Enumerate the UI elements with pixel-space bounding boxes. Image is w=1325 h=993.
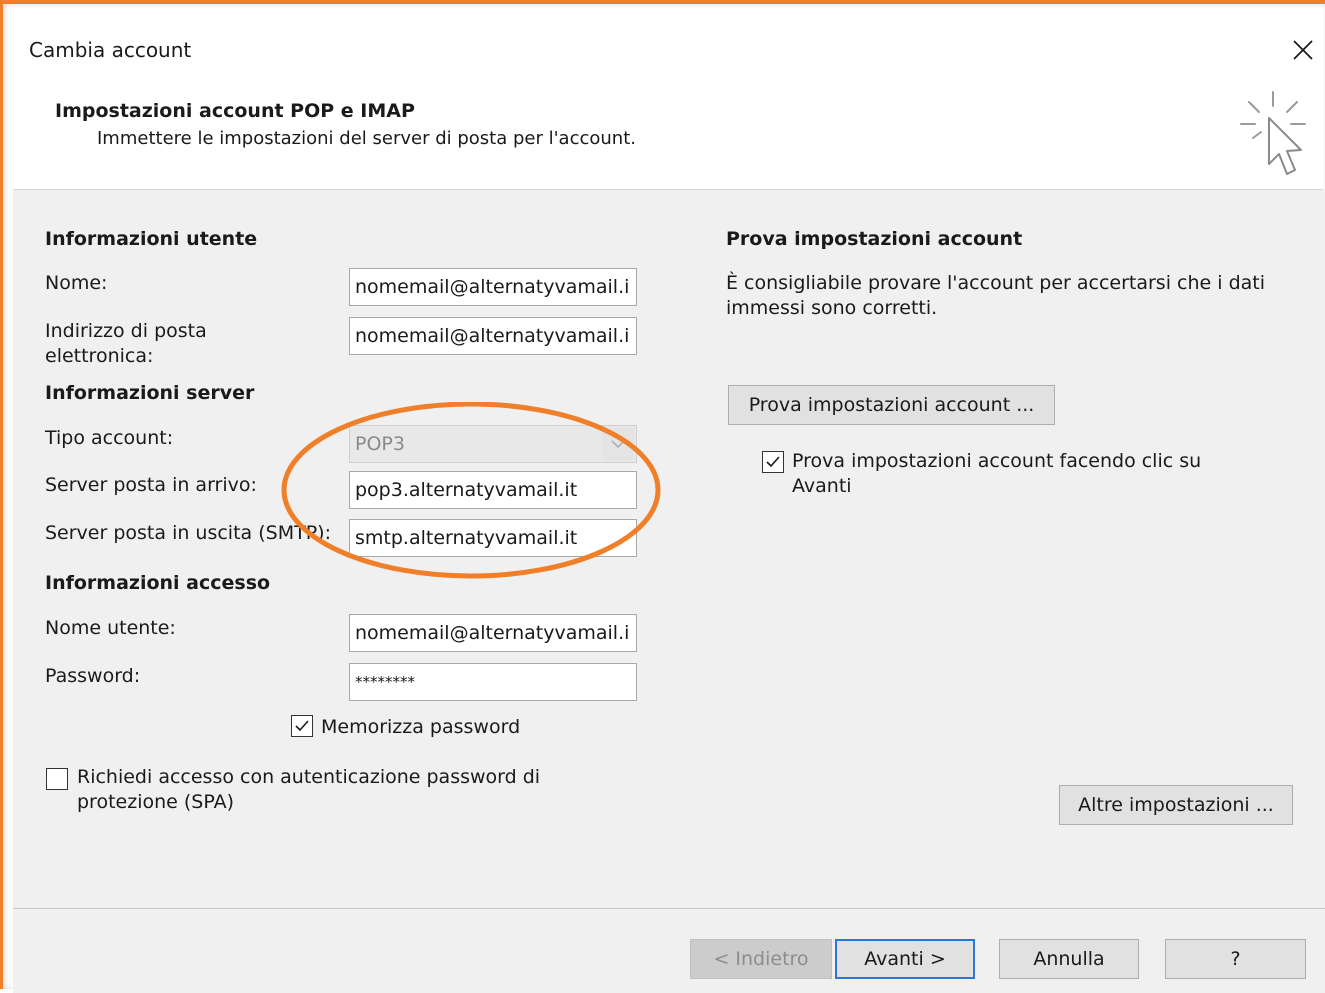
outgoing-server-label: Server posta in uscita (SMTP): <box>45 522 331 544</box>
account-type-label: Tipo account: <box>45 427 174 449</box>
click-cursor-icon <box>1240 91 1306 175</box>
next-button[interactable]: Avanti > <box>835 939 975 979</box>
username-field[interactable]: nomemail@alternatyvamail.i <box>349 614 637 652</box>
more-settings-button[interactable]: Altre impostazioni ... <box>1059 785 1293 825</box>
email-label-line2: elettronica: <box>45 345 154 367</box>
name-field[interactable]: nomemail@alternatyvamail.i <box>349 268 637 306</box>
wizard-header: Impostazioni account POP e IMAP Immetter… <box>13 88 1323 190</box>
password-field[interactable]: ******** <box>349 663 637 701</box>
username-label: Nome utente: <box>45 617 176 639</box>
title-bar: Cambia account <box>13 8 1323 88</box>
name-label: Nome: <box>45 272 108 294</box>
close-icon <box>1293 40 1313 60</box>
dropdown-arrow <box>602 428 634 460</box>
spa-checkbox[interactable] <box>46 768 68 790</box>
auto-test-checkbox[interactable] <box>762 451 784 473</box>
access-info-heading: Informazioni accesso <box>45 572 271 594</box>
close-button[interactable] <box>1283 30 1323 70</box>
incoming-server-field[interactable]: pop3.alternatyvamail.it <box>349 471 637 509</box>
header-subtitle: Immettere le impostazioni del server di … <box>97 128 636 149</box>
email-label-line1: Indirizzo di posta <box>45 320 207 342</box>
email-field[interactable]: nomemail@alternatyvamail.i <box>349 317 637 355</box>
cancel-button[interactable]: Annulla <box>999 939 1139 979</box>
chevron-down-icon <box>611 440 625 449</box>
help-button[interactable]: ? <box>1165 939 1306 979</box>
checkmark-icon <box>766 456 780 468</box>
outgoing-server-field[interactable]: smtp.alternatyvamail.it <box>349 519 637 557</box>
checkmark-icon <box>295 720 309 732</box>
test-account-button[interactable]: Prova impostazioni account ... <box>728 385 1055 425</box>
spa-label-line2[interactable]: protezione (SPA) <box>77 791 234 813</box>
test-description-line1: È consigliabile provare l'account per ac… <box>726 272 1265 294</box>
server-info-heading: Informazioni server <box>45 382 255 404</box>
auto-test-label-line1[interactable]: Prova impostazioni account facendo clic … <box>792 450 1201 472</box>
dialog-content: Informazioni utente Nome: nomemail@alter… <box>13 190 1325 993</box>
test-description-line2: immessi sono corretti. <box>726 297 938 319</box>
incoming-server-label: Server posta in arrivo: <box>45 474 257 496</box>
remember-password-checkbox[interactable] <box>291 715 313 737</box>
account-type-value: POP3 <box>355 433 405 455</box>
test-settings-heading: Prova impostazioni account <box>726 228 1023 250</box>
account-type-select[interactable]: POP3 <box>349 425 637 463</box>
dialog-window: Cambia account Impostazioni account POP … <box>0 0 1325 993</box>
header-title: Impostazioni account POP e IMAP <box>55 100 415 122</box>
password-label: Password: <box>45 665 141 687</box>
footer-divider <box>13 908 1325 909</box>
remember-password-label[interactable]: Memorizza password <box>321 716 520 738</box>
spa-label-line1[interactable]: Richiedi accesso con autenticazione pass… <box>77 766 540 788</box>
user-info-heading: Informazioni utente <box>45 228 258 250</box>
window-title: Cambia account <box>29 38 192 62</box>
back-button[interactable]: < Indietro <box>690 939 832 979</box>
auto-test-label-line2[interactable]: Avanti <box>792 475 852 497</box>
